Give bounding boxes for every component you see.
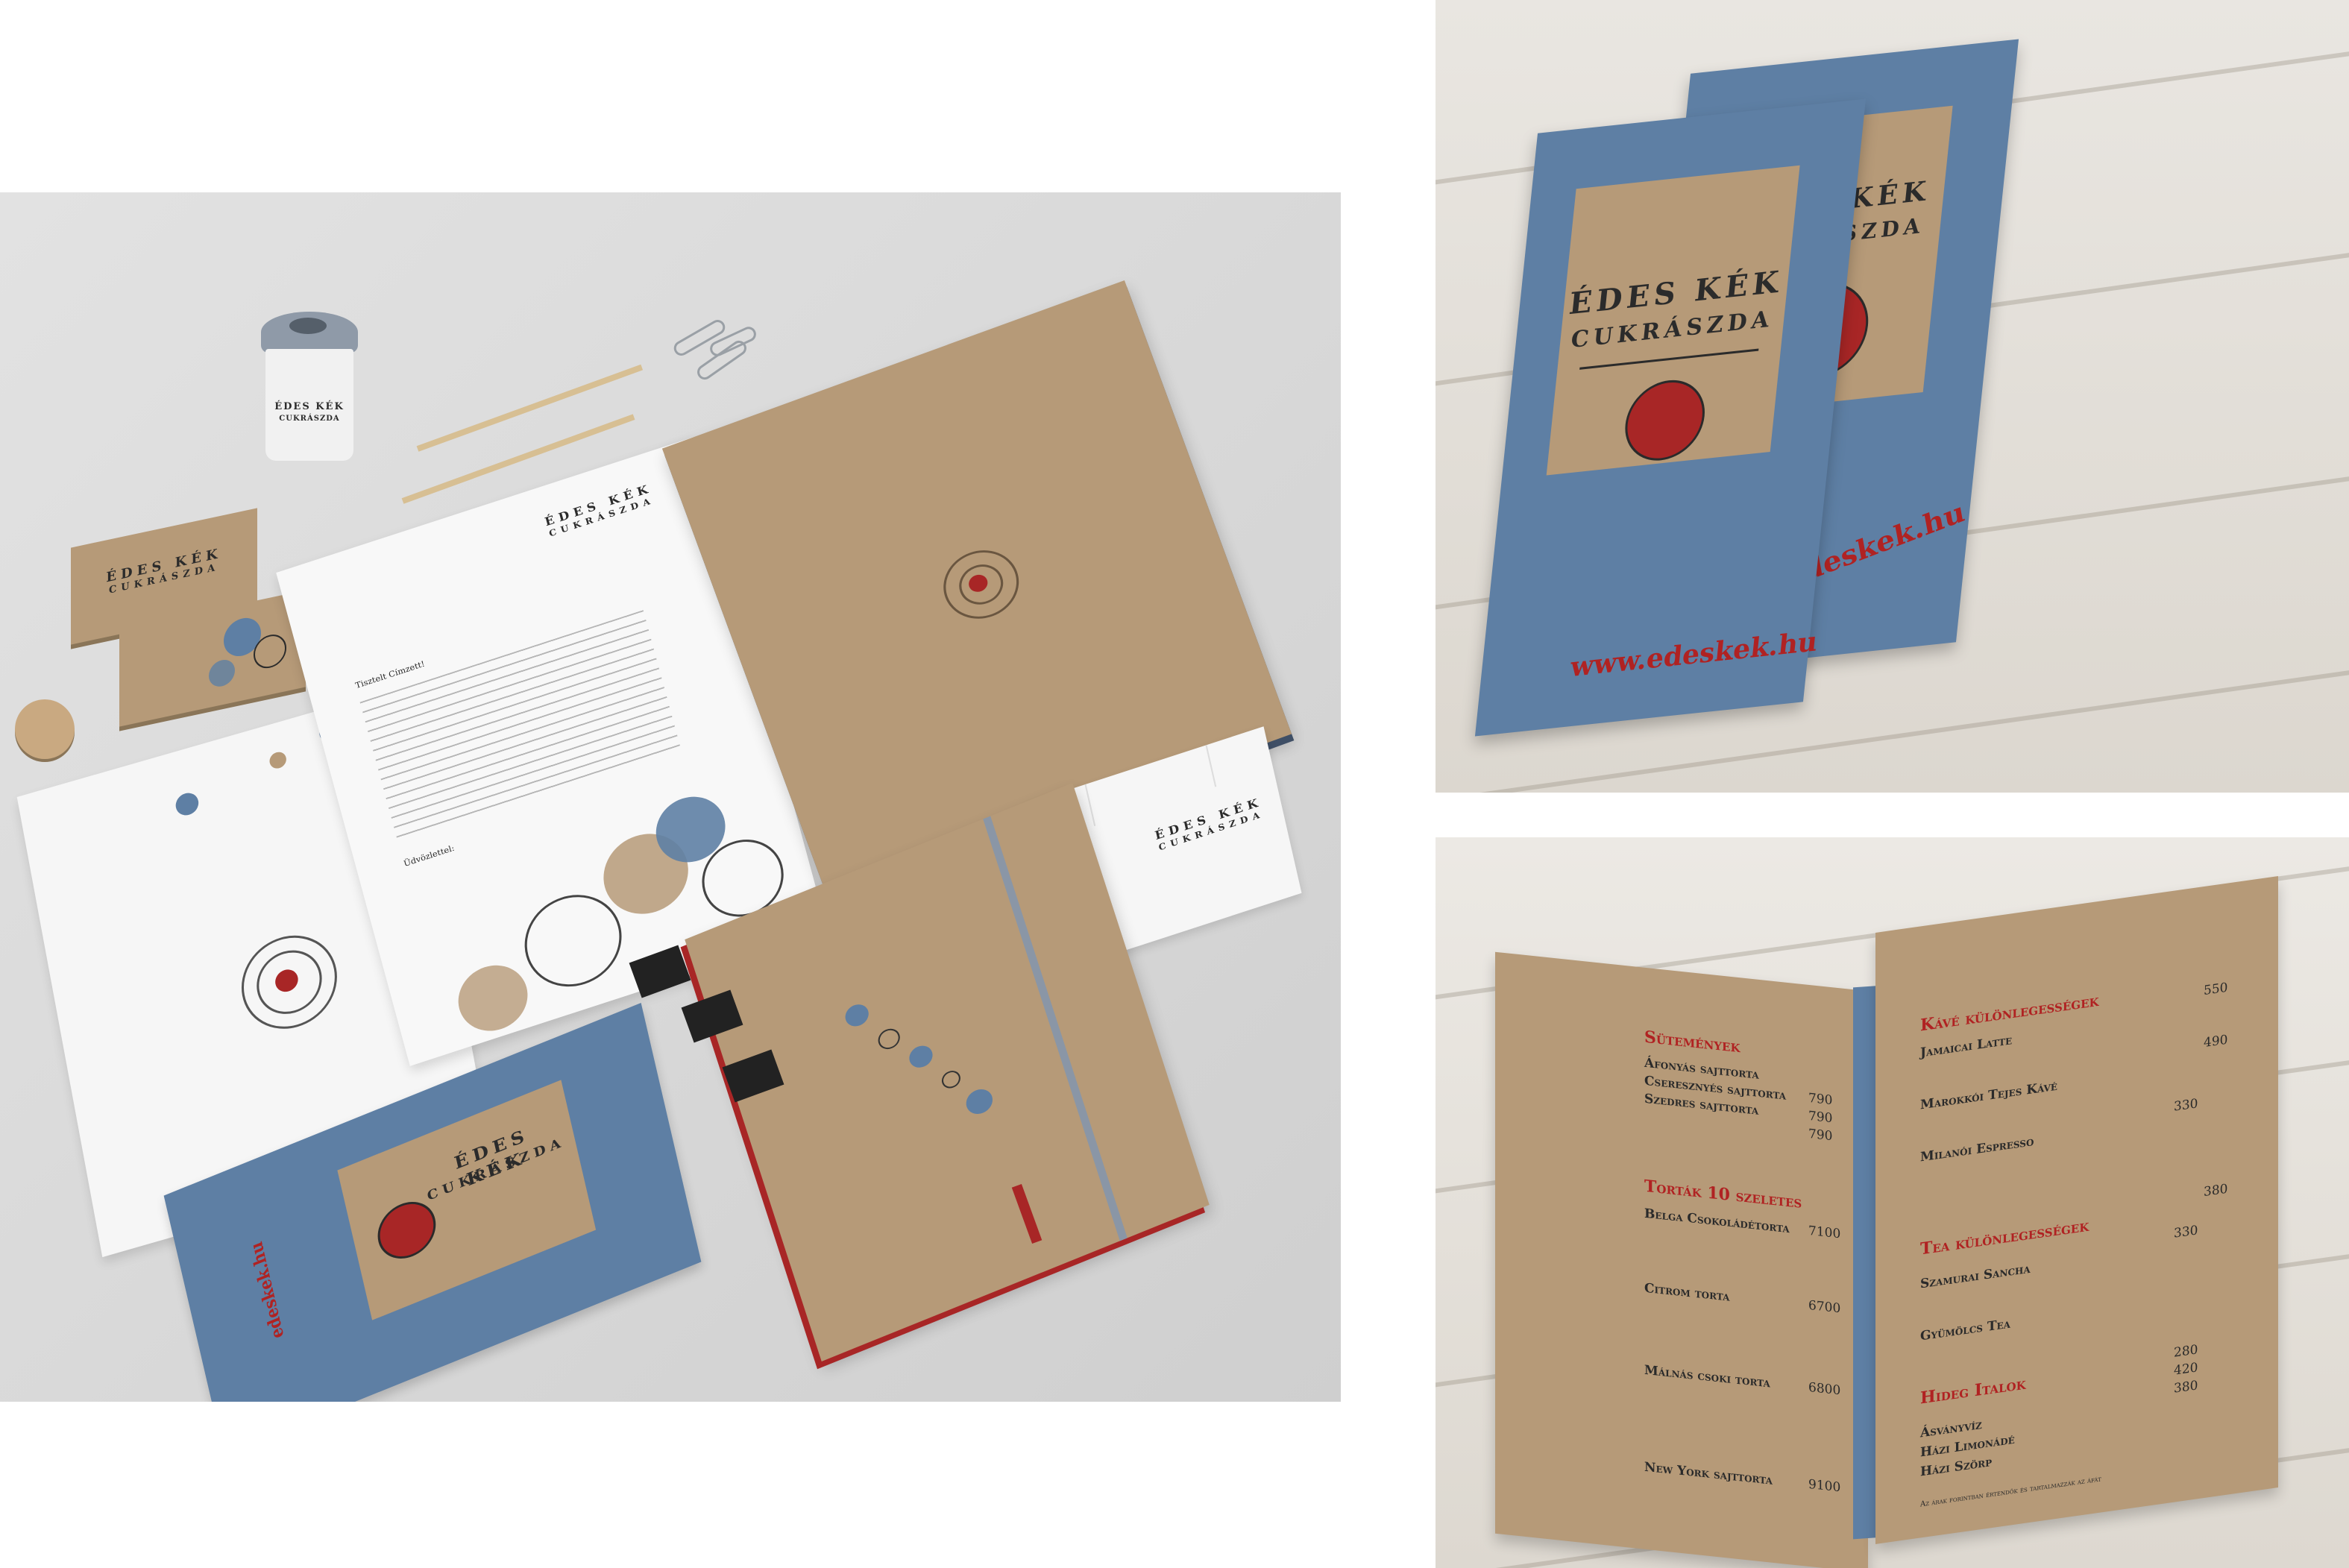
menu-item-name: Jamaicai Latte	[1920, 1033, 2013, 1061]
round-stamp	[15, 699, 75, 759]
menu-item-name: Szamurai Sancha	[1920, 1261, 2031, 1292]
menu-section-title: Hideg Italok	[1920, 1373, 2026, 1408]
menu-item-price: 380	[2174, 1378, 2198, 1397]
menu-item-price: 790	[1808, 1108, 1833, 1127]
pencil	[416, 364, 644, 452]
menu-item-price: 420	[2174, 1360, 2198, 1379]
menu-section-title: Sütemények	[1644, 1027, 1740, 1057]
letter-closing: Üdvözlettel:	[402, 843, 456, 869]
menu-section-title: Torták 10 szeletes	[1644, 1176, 1802, 1212]
menu-item-name: Citrom torta	[1644, 1280, 1730, 1305]
menu-item-price: 330	[2174, 1096, 2198, 1115]
menu-item-price: 330	[2174, 1223, 2198, 1241]
menu-item-price: 790	[1808, 1126, 1833, 1144]
menu-item-price: 380	[2204, 1181, 2228, 1200]
menu-item-price: 9100	[1808, 1476, 1841, 1496]
cup-logo-line2: CUKRÁSZDA	[279, 415, 340, 423]
stationery-mockup-panel: ÉDES KÉK CUKRÁSZDA ÉDES KÉK CUKRÁSZDA ÉD…	[0, 192, 1341, 1402]
menu-item-price: 490	[2204, 1032, 2228, 1051]
menu-item-price: 550	[2204, 980, 2228, 999]
menu-item-price: 280	[2174, 1342, 2198, 1361]
menu-item-name: Marokkói Tejes Kávé	[1920, 1078, 2057, 1113]
menu-item-name: New York sajttorta	[1644, 1459, 1773, 1488]
menu-item-name: Milanói Espresso	[1920, 1134, 2034, 1165]
brochure-front: ÉDES KÉK CUKRÁSZDA www.edeskek.hu	[1474, 98, 1867, 737]
brochure-cover-panel: ÉDES KÉK CUKRÁSZDA www.edeskek.hu ÉDES K…	[1436, 0, 2349, 793]
cup-logo-line1: ÉDES KÉK	[274, 401, 345, 412]
menu-item-price: 7100	[1808, 1223, 1841, 1242]
menu-item-price: 6800	[1808, 1379, 1841, 1399]
menu-right-page: Kávé különlegességek Jamaicai Latte 550 …	[1875, 876, 2278, 1544]
menu-item-price: 790	[1808, 1090, 1833, 1109]
brochure-front-url: www.edeskek.hu	[1569, 626, 1820, 684]
menu-section-title: Tea különlegességek	[1920, 1215, 2089, 1259]
menu-item-name: Málnás csoki torta	[1644, 1362, 1770, 1391]
flyer-url: edeskek.hu	[246, 1238, 289, 1342]
paper-clips	[671, 317, 761, 382]
menu-item-name: Belga Csokoládétorta	[1644, 1206, 1790, 1237]
menu-item-price: 6700	[1808, 1297, 1841, 1317]
coffee-cup: ÉDES KÉK CUKRÁSZDA	[261, 312, 358, 461]
letter-body-lines	[359, 610, 681, 840]
menu-item-name: Gyümölcs Tea	[1920, 1316, 2010, 1344]
menu-left-page: Sütemények Áfonyás sajttorta Cseresznyés…	[1495, 951, 1868, 1568]
open-menu-panel: Sütemények Áfonyás sajttorta Cseresznyés…	[1436, 837, 2349, 1568]
menu-section-title: Kávé különlegességek	[1920, 990, 2099, 1036]
